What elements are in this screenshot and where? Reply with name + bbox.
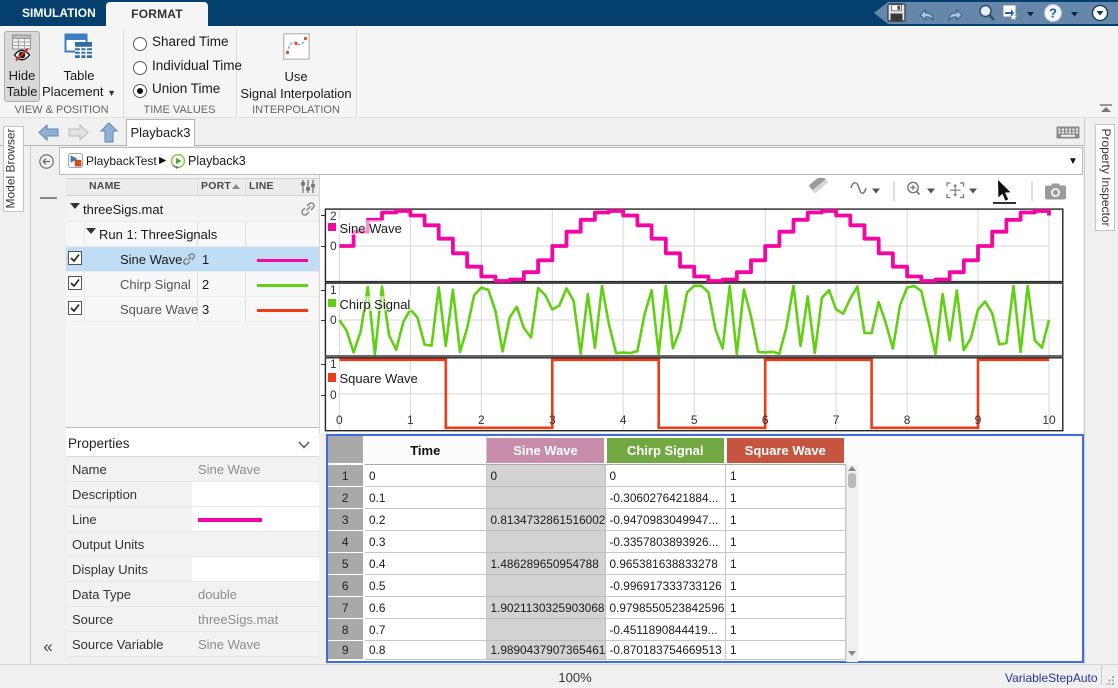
svg-text:?: ? <box>1049 6 1057 21</box>
